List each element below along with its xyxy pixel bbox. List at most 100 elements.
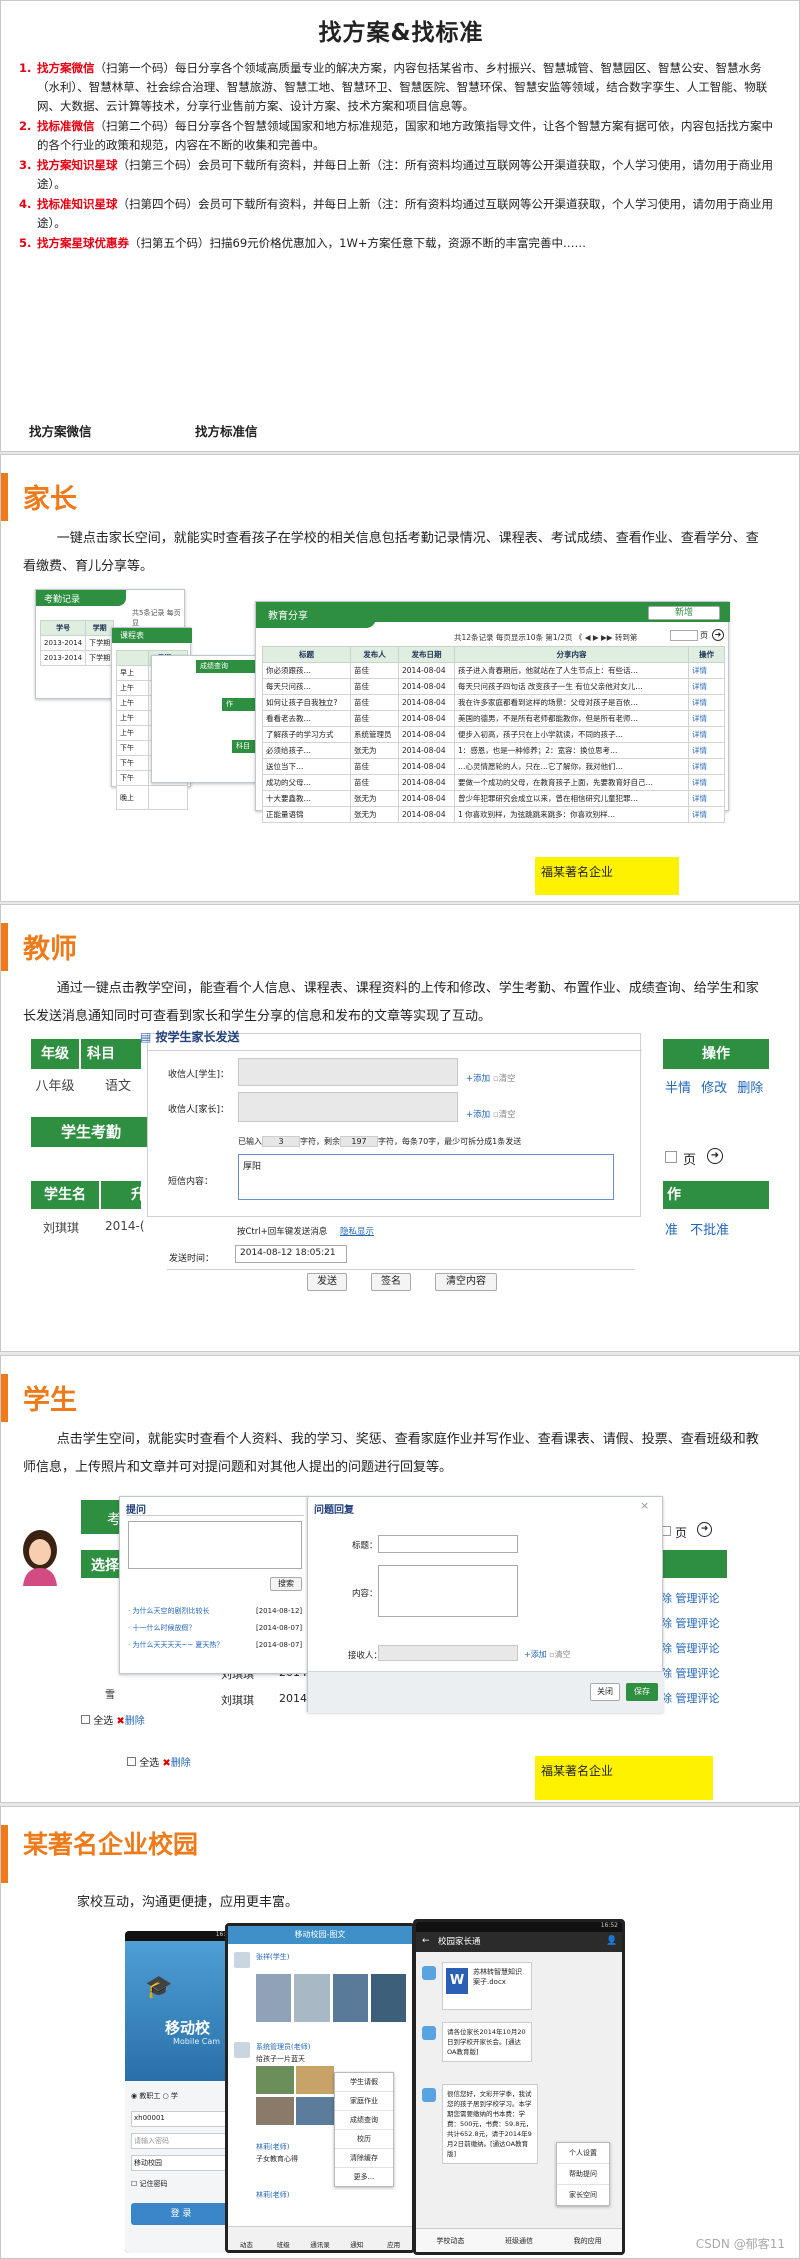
photo-thumbnail[interactable] bbox=[256, 1974, 292, 2022]
detail-link[interactable]: 详情 bbox=[688, 710, 725, 727]
photo-thumbnail[interactable] bbox=[256, 2097, 294, 2125]
tab-apps[interactable]: 应用 bbox=[375, 2239, 412, 2250]
question-date: [2014-08-07] bbox=[256, 1641, 303, 1649]
menu-item[interactable]: 更多... bbox=[335, 2168, 393, 2186]
select-all-checkbox[interactable] bbox=[81, 1715, 90, 1724]
go-icon[interactable]: ➜ bbox=[707, 1148, 723, 1164]
tab-grades[interactable]: 成绩查询 bbox=[196, 660, 256, 673]
page-input[interactable] bbox=[665, 1151, 677, 1163]
tab-notice[interactable]: 通知 bbox=[338, 2239, 375, 2250]
add-link[interactable]: +添加 bbox=[524, 1650, 547, 1659]
detail-link[interactable]: 详情 bbox=[688, 662, 725, 679]
manage-comments-link[interactable]: 管理评论 bbox=[676, 1617, 720, 1630]
detail-link[interactable]: 详情 bbox=[688, 806, 725, 823]
menu-item[interactable]: 清除缓存 bbox=[335, 2149, 393, 2168]
manage-comments-link[interactable]: 管理评论 bbox=[676, 1692, 720, 1705]
tab-my-apps[interactable]: 我的应用 bbox=[553, 2229, 622, 2252]
tab-feed[interactable]: 动态 bbox=[228, 2239, 265, 2250]
clear-link[interactable]: 清空 bbox=[499, 1074, 516, 1084]
save-button[interactable]: 保存 bbox=[626, 1683, 658, 1701]
tab-schedule[interactable]: 课程表 bbox=[112, 628, 192, 643]
detail-link[interactable]: 详情 bbox=[688, 726, 725, 743]
menu-item[interactable]: 校历 bbox=[335, 2130, 393, 2149]
menu-item[interactable]: 家庭作业 bbox=[335, 2092, 393, 2111]
delete-link[interactable]: 删除 bbox=[171, 1758, 191, 1769]
tab-class[interactable]: 班级 bbox=[265, 2239, 302, 2250]
add-link[interactable]: +添加 bbox=[466, 1110, 490, 1120]
radio-teacher[interactable]: ◉ bbox=[131, 2092, 137, 2100]
remember-password[interactable]: ☐ 记住密码 bbox=[131, 2179, 168, 2189]
tab-contacts[interactable]: 通讯录 bbox=[302, 2239, 339, 2250]
photo-thumbnail[interactable] bbox=[296, 2097, 334, 2125]
list-item[interactable]: · 为什么天空的剧烈比较长 [2014-08-12] bbox=[128, 1603, 306, 1620]
close-icon[interactable]: × bbox=[640, 1499, 649, 1512]
tab-education-share[interactable]: 教育分享 bbox=[256, 602, 376, 628]
student-attendance-button[interactable]: 学生考勤 bbox=[31, 1117, 151, 1147]
menu-item[interactable]: 个人设置 bbox=[557, 2143, 609, 2164]
send-time-input[interactable]: 2014-08-12 18:05:21 bbox=[235, 1245, 347, 1263]
detail-link[interactable]: 详情 bbox=[688, 678, 725, 695]
go-icon[interactable]: ➜ bbox=[712, 629, 724, 641]
new-button[interactable]: 新增 bbox=[648, 606, 720, 620]
title-input[interactable] bbox=[378, 1535, 518, 1553]
username-input[interactable]: xh00001 bbox=[131, 2111, 231, 2127]
manage-comments-link[interactable]: 管理评论 bbox=[676, 1667, 720, 1680]
tab-attendance[interactable]: 考勤记录 bbox=[36, 590, 126, 606]
question-link[interactable]: 为什么天天天天~~ 夏天热？ bbox=[132, 1641, 223, 1649]
photo-thumbnail[interactable] bbox=[256, 2066, 294, 2094]
approve-link[interactable]: 准 bbox=[665, 1223, 678, 1238]
manage-comments-link[interactable]: 管理评论 bbox=[676, 1642, 720, 1655]
signature-button[interactable]: 签名 bbox=[371, 1273, 411, 1291]
tab-homework[interactable]: 作 bbox=[222, 698, 258, 711]
login-button[interactable]: 登 录 bbox=[131, 2203, 231, 2225]
menu-item[interactable]: 学生请假 bbox=[335, 2073, 393, 2092]
detail-link[interactable]: 详情 bbox=[688, 694, 725, 711]
menu-item[interactable]: 成绩查询 bbox=[335, 2111, 393, 2130]
question-link[interactable]: 十一什么时候放假？ bbox=[132, 1624, 195, 1632]
clear-link[interactable]: 清空 bbox=[555, 1650, 571, 1659]
receiver-student-input[interactable] bbox=[238, 1058, 458, 1086]
menu-item[interactable]: 帮助提问 bbox=[557, 2164, 609, 2185]
page-input[interactable] bbox=[670, 630, 698, 641]
ask-textarea[interactable] bbox=[128, 1521, 302, 1569]
photo-thumbnail[interactable] bbox=[332, 1974, 368, 2022]
add-link[interactable]: +添加 bbox=[466, 1074, 490, 1084]
manage-comments-link[interactable]: 管理评论 bbox=[676, 1592, 720, 1605]
photo-thumbnail[interactable] bbox=[294, 1974, 330, 2022]
tab-school-news[interactable]: 学校动态 bbox=[416, 2229, 485, 2252]
receiver-input[interactable] bbox=[378, 1645, 518, 1661]
photo-thumbnail[interactable] bbox=[296, 2066, 334, 2094]
go-icon[interactable]: ➜ bbox=[697, 1522, 712, 1537]
detail-link[interactable]: 半情 bbox=[665, 1081, 691, 1096]
back-arrow-icon[interactable]: ← bbox=[422, 1936, 430, 1946]
detail-link[interactable]: 详情 bbox=[688, 790, 725, 807]
search-button[interactable]: 搜索 bbox=[270, 1577, 302, 1591]
send-button[interactable]: 发送 bbox=[307, 1273, 347, 1291]
item-name: 找方案微信 bbox=[37, 61, 95, 75]
photo-thumbnail[interactable] bbox=[370, 1974, 406, 2022]
detail-link[interactable]: 详情 bbox=[688, 742, 725, 759]
reject-link[interactable]: 不批准 bbox=[690, 1223, 729, 1238]
clear-content-button[interactable]: 清空内容 bbox=[435, 1273, 497, 1291]
tab-class-news[interactable]: 班级通信 bbox=[485, 2229, 554, 2252]
question-link[interactable]: 为什么天空的剧烈比较长 bbox=[132, 1607, 209, 1615]
detail-link[interactable]: 详情 bbox=[688, 774, 725, 791]
detail-link[interactable]: 详情 bbox=[688, 758, 725, 775]
content-textarea[interactable] bbox=[378, 1565, 518, 1617]
delete-link[interactable]: 删除 bbox=[125, 1716, 145, 1727]
clear-link[interactable]: 清空 bbox=[499, 1110, 516, 1120]
privacy-toggle-link[interactable]: 隐私显示 bbox=[340, 1227, 374, 1237]
school-select[interactable]: 移动校园 bbox=[131, 2155, 231, 2171]
close-button[interactable]: 关闭 bbox=[590, 1683, 620, 1701]
radio-student[interactable]: ○ bbox=[163, 2092, 169, 2100]
message-textarea[interactable]: 厚阳 bbox=[238, 1154, 614, 1200]
list-item[interactable]: · 为什么天天天天~~ 夏天热？ [2014-08-07] bbox=[128, 1637, 306, 1654]
profile-icon[interactable]: 👤 bbox=[606, 1936, 617, 1946]
select-all-checkbox[interactable] bbox=[127, 1757, 136, 1766]
menu-item[interactable]: 家长空间 bbox=[557, 2185, 609, 2205]
edit-link[interactable]: 修改 bbox=[701, 1081, 727, 1096]
delete-link[interactable]: 删除 bbox=[737, 1081, 763, 1096]
password-input[interactable]: 请输入密码 bbox=[131, 2133, 231, 2149]
receiver-parent-input[interactable] bbox=[238, 1092, 458, 1122]
list-item[interactable]: · 十一什么时候放假？ [2014-08-07] bbox=[128, 1620, 306, 1637]
